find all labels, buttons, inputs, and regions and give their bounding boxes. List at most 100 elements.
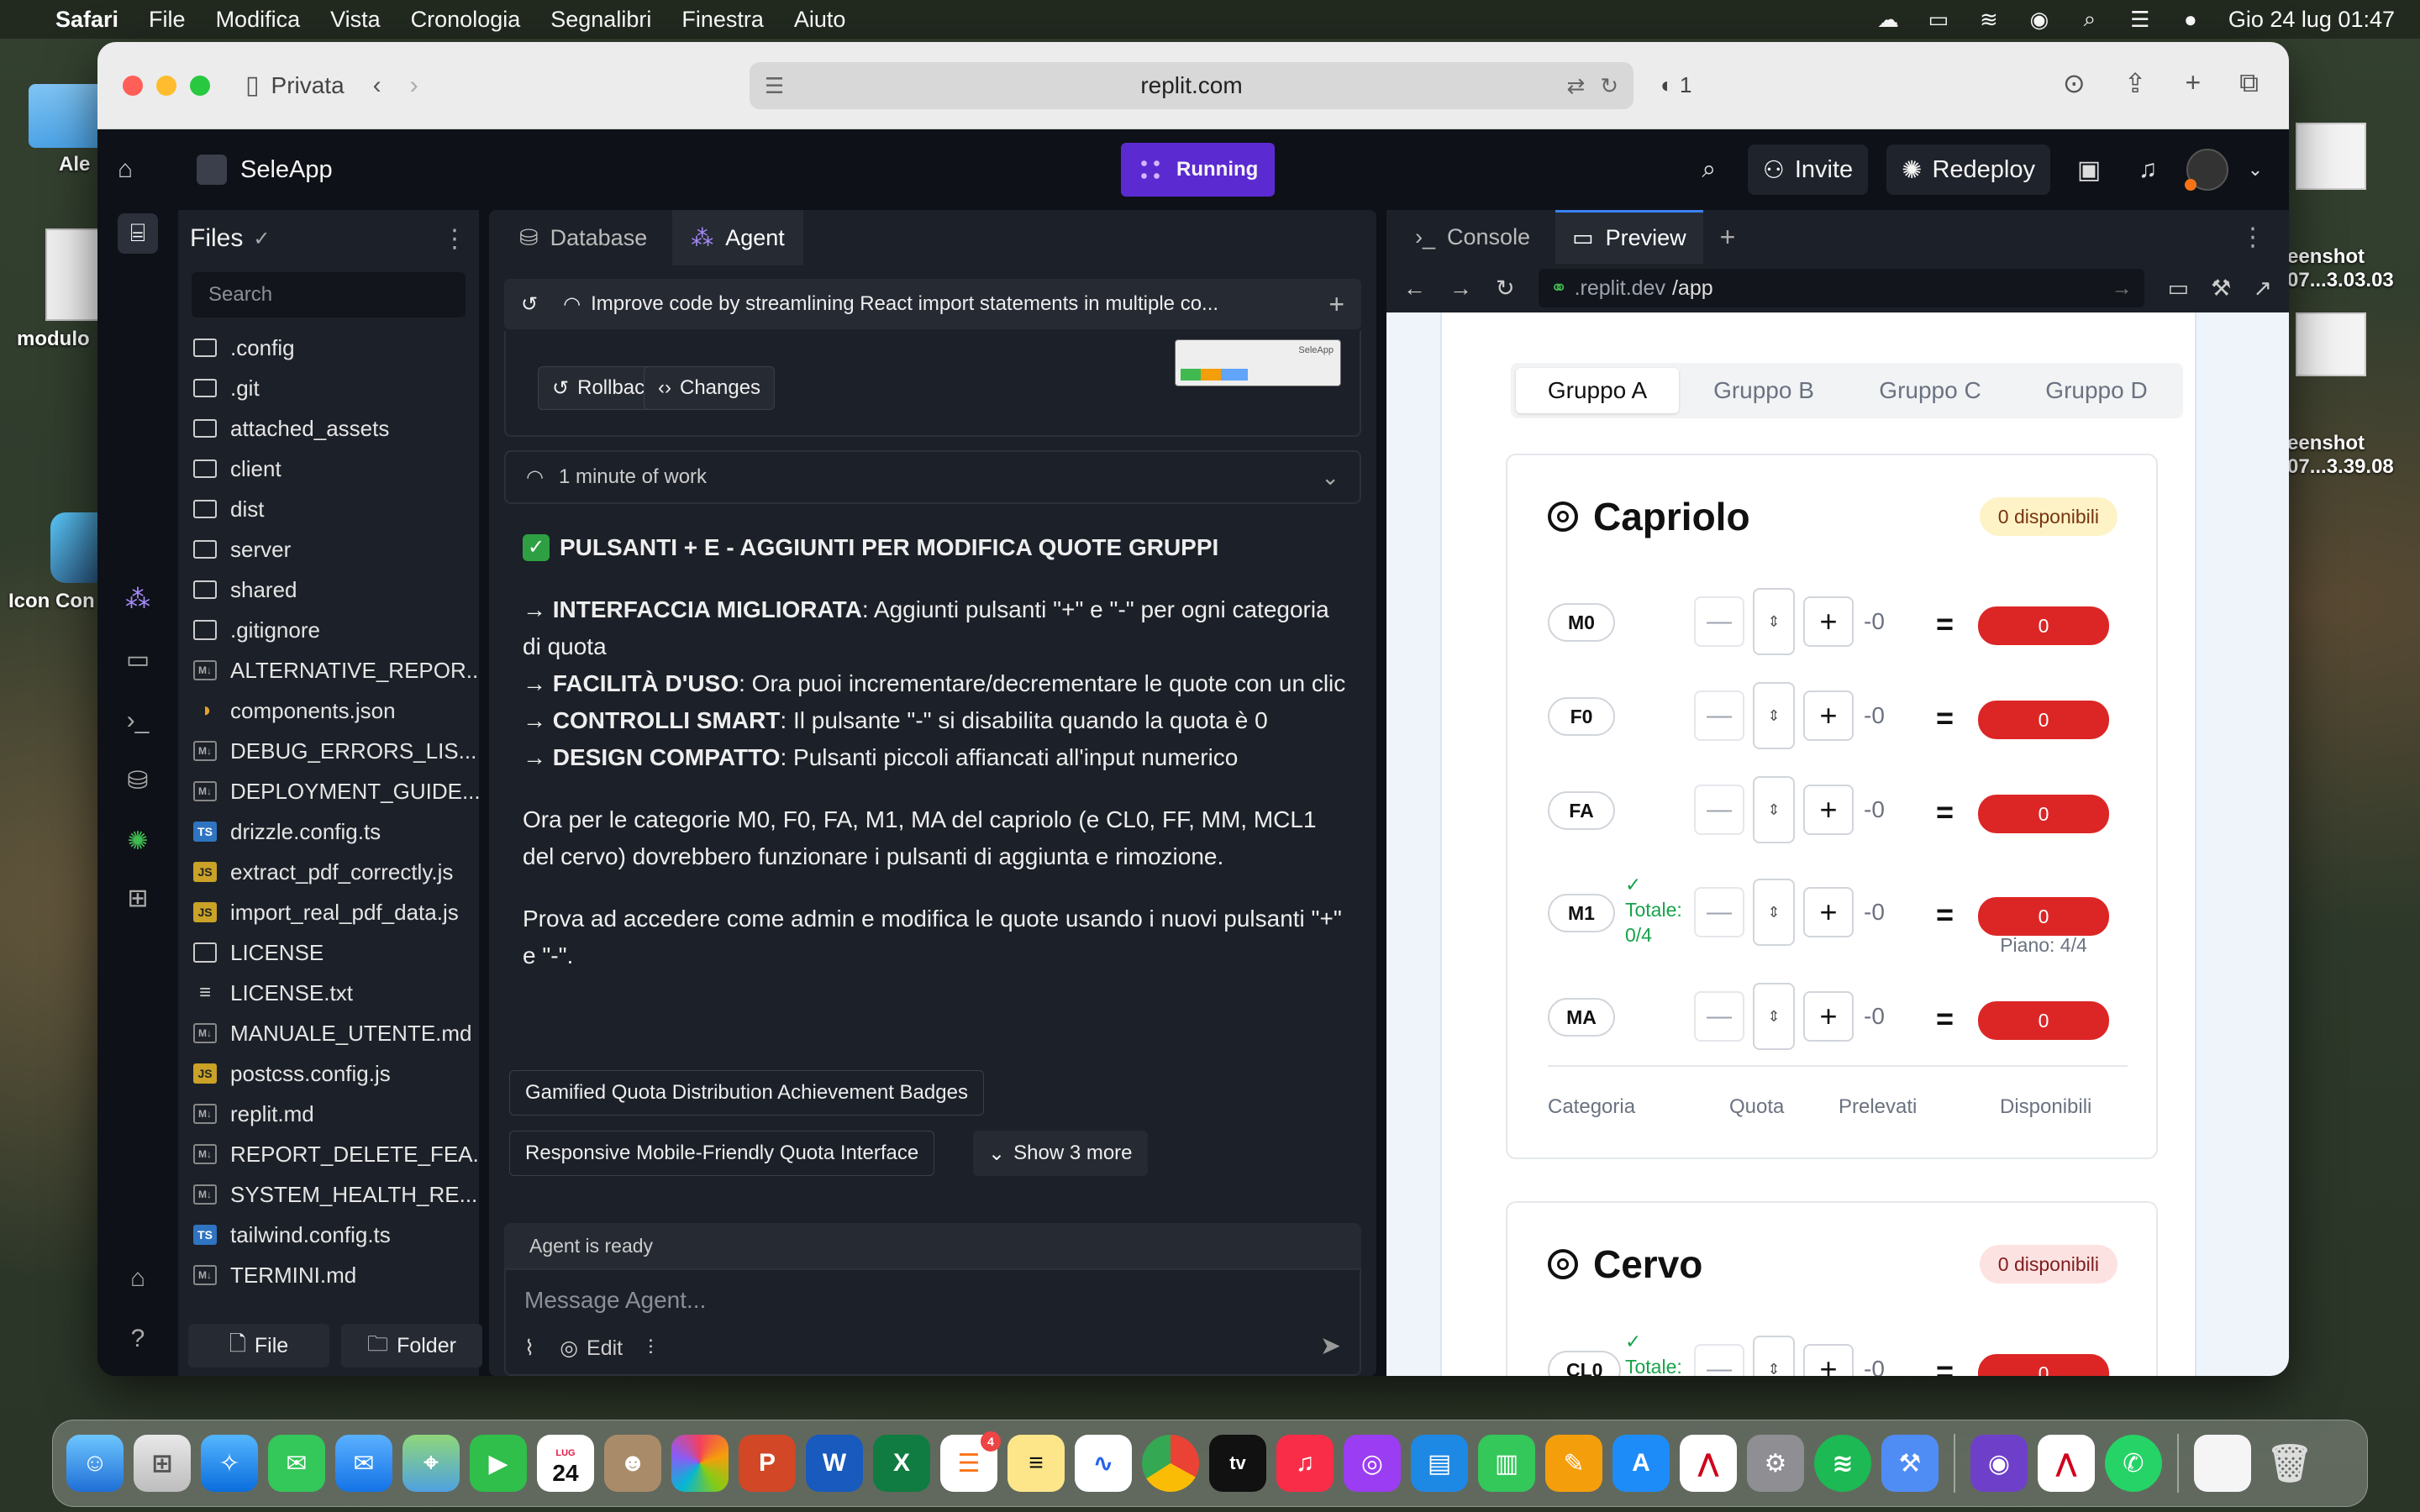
database-tool-icon[interactable]: ⛁ bbox=[118, 761, 158, 801]
decrement-button[interactable]: — bbox=[1694, 596, 1744, 647]
desktop-file-modulo[interactable]: modulo bbox=[17, 228, 104, 351]
increment-button[interactable]: + bbox=[1803, 887, 1854, 937]
keynote-icon[interactable]: ▤ bbox=[1411, 1435, 1468, 1492]
increment-button[interactable]: + bbox=[1803, 991, 1854, 1042]
file-item[interactable]: ◑ components.json bbox=[178, 690, 479, 731]
menu-help[interactable]: Aiuto bbox=[794, 7, 846, 33]
file-item[interactable]: M↓ MANUALE_UTENTE.md bbox=[178, 1013, 479, 1053]
send-icon[interactable]: ➤ bbox=[1320, 1331, 1341, 1361]
pages-icon[interactable]: ✎ bbox=[1545, 1435, 1602, 1492]
close-button[interactable] bbox=[123, 75, 143, 96]
file-item[interactable]: TS drizzle.config.ts bbox=[178, 811, 479, 852]
trash-icon[interactable]: 🗑 bbox=[2261, 1435, 2318, 1492]
folder-item[interactable]: server bbox=[178, 529, 479, 570]
tab-console[interactable]: ›_ Console bbox=[1398, 210, 1547, 264]
reload-icon[interactable]: ↻ bbox=[1600, 73, 1618, 99]
folder-item[interactable]: client bbox=[178, 449, 479, 489]
menu-window[interactable]: Finestra bbox=[681, 7, 764, 33]
file-item[interactable]: TS tailwind.config.ts bbox=[178, 1215, 479, 1255]
deployments-tool-icon[interactable]: ✺ bbox=[118, 822, 158, 862]
menu-clock[interactable]: Gio 24 lug 01:47 bbox=[2228, 7, 2395, 33]
file-item[interactable]: ≡ LICENSE.txt bbox=[178, 973, 479, 1013]
share-icon[interactable]: ⇪ bbox=[2124, 67, 2147, 99]
tab-gruppo-d[interactable]: Gruppo D bbox=[2015, 368, 2178, 413]
folder-item[interactable]: attached_assets bbox=[178, 408, 479, 449]
quota-stepper[interactable]: ⇕ bbox=[1753, 682, 1795, 749]
back-button[interactable]: ‹ bbox=[373, 71, 381, 100]
invite-button[interactable]: ⚇ Invite bbox=[1747, 144, 1869, 195]
decrement-button[interactable]: — bbox=[1694, 690, 1744, 741]
devtools-icon[interactable]: ⚒ bbox=[2211, 276, 2231, 302]
forward-button[interactable]: › bbox=[410, 71, 418, 100]
music-icon[interactable]: ♫ bbox=[1276, 1435, 1334, 1492]
facetime-icon[interactable]: ▶ bbox=[470, 1435, 527, 1492]
github-desktop-icon[interactable]: ◉ bbox=[1970, 1435, 2028, 1492]
redeploy-button[interactable]: ✺ Redeploy bbox=[1886, 144, 2050, 195]
maps-icon[interactable]: ⌖ bbox=[402, 1435, 460, 1492]
checkpoint-thumbnail[interactable]: SeleApp bbox=[1175, 339, 1341, 386]
quota-stepper[interactable]: ⇕ bbox=[1753, 776, 1795, 843]
apple-tv-icon[interactable]: tv bbox=[1209, 1435, 1266, 1492]
tab-preview[interactable]: ▭ Preview bbox=[1555, 210, 1703, 264]
chrome-icon[interactable] bbox=[1142, 1435, 1199, 1492]
reminders-icon[interactable]: ☰ 4 bbox=[940, 1431, 1001, 1492]
file-item[interactable]: M↓ DEPLOYMENT_GUIDE.... bbox=[178, 771, 479, 811]
file-item[interactable]: .gitignore bbox=[178, 610, 479, 650]
calendar-icon[interactable]: LUG 24 bbox=[537, 1435, 594, 1492]
translate-icon[interactable]: ⇄ bbox=[1566, 73, 1585, 99]
reload-icon[interactable]: ↻ bbox=[1496, 276, 1515, 302]
wifi-icon[interactable]: ≋ bbox=[1976, 7, 2002, 32]
menu-bookmarks[interactable]: Segnalibri bbox=[550, 7, 651, 33]
back-arrow-icon[interactable]: ← bbox=[1403, 276, 1426, 302]
contacts-icon[interactable]: ☻ bbox=[604, 1435, 661, 1492]
file-item[interactable]: JS import_real_pdf_data.js bbox=[178, 892, 479, 932]
file-item[interactable]: JS postcss.config.js bbox=[178, 1053, 479, 1094]
increment-button[interactable]: + bbox=[1803, 785, 1854, 835]
recent-document-icon[interactable] bbox=[2194, 1435, 2251, 1492]
help-icon[interactable]: ? bbox=[118, 1319, 158, 1359]
decrement-button[interactable]: — bbox=[1694, 887, 1744, 937]
chevron-down-icon[interactable]: ⌄ bbox=[2247, 159, 2264, 181]
decrement-button[interactable]: — bbox=[1694, 785, 1744, 835]
siri-icon[interactable]: ● bbox=[2178, 7, 2203, 32]
files-search-input[interactable]: Search bbox=[192, 272, 466, 318]
desktop-folder-ale[interactable]: Ale bbox=[29, 84, 104, 176]
sidebar-toggle[interactable]: ▯ Privata bbox=[245, 71, 345, 100]
changes-button[interactable]: ‹› Changes bbox=[644, 366, 776, 410]
increment-button[interactable]: + bbox=[1803, 596, 1854, 647]
kebab-menu-icon[interactable]: ⋮ bbox=[2240, 223, 2277, 252]
word-icon[interactable]: W bbox=[806, 1435, 863, 1492]
tab-database[interactable]: ⛁ Database bbox=[501, 210, 666, 265]
podcasts-icon[interactable]: ◎ bbox=[1344, 1435, 1401, 1492]
work-summary[interactable]: ◠ 1 minute of work ⌄ bbox=[504, 450, 1361, 504]
preview-tool-icon[interactable]: ▭ bbox=[118, 640, 158, 680]
folder-item[interactable]: .git bbox=[178, 368, 479, 408]
tab-gruppo-b[interactable]: Gruppo B bbox=[1682, 368, 1845, 413]
system-settings-icon[interactable]: ⚙ bbox=[1747, 1435, 1804, 1492]
suggestion-chip[interactable]: Gamified Quota Distribution Achievement … bbox=[509, 1070, 984, 1116]
desktop-screenshot-2[interactable]: eenshot 07...3.39.08 bbox=[2287, 265, 2394, 502]
address-bar[interactable]: ☰ replit.com ⇄ ↻ bbox=[750, 62, 1634, 109]
new-chat-icon[interactable]: + bbox=[1328, 289, 1344, 320]
increment-button[interactable]: + bbox=[1803, 1344, 1854, 1376]
menu-edit[interactable]: Modifica bbox=[216, 7, 301, 33]
deployment-menu-icon[interactable]: ▣ bbox=[2069, 155, 2109, 185]
file-item[interactable]: LICENSE bbox=[178, 932, 479, 973]
file-item[interactable]: M↓ TERMINI.md bbox=[178, 1255, 479, 1295]
page-menu-icon[interactable]: ☰ bbox=[765, 73, 784, 99]
tab-gruppo-c[interactable]: Gruppo C bbox=[1849, 368, 2012, 413]
home-icon[interactable]: ⌂ bbox=[118, 155, 155, 184]
acrobat-reader-icon[interactable]: ⋀ bbox=[2038, 1435, 2095, 1492]
suggestion-chip[interactable]: Responsive Mobile-Friendly Quota Interfa… bbox=[509, 1131, 935, 1176]
decrement-button[interactable]: — bbox=[1694, 991, 1744, 1042]
powerpoint-icon[interactable]: P bbox=[739, 1435, 796, 1492]
avatar[interactable] bbox=[2185, 149, 2228, 191]
new-folder-button[interactable]: 🗀 Folder bbox=[341, 1324, 482, 1368]
files-tool-icon[interactable]: ⌸ bbox=[118, 213, 158, 254]
file-item[interactable]: M↓ DEBUG_ERRORS_LIS... bbox=[178, 731, 479, 771]
show-more-button[interactable]: ⌄ Show 3 more bbox=[973, 1131, 1148, 1176]
history-icon[interactable]: ↺ bbox=[521, 292, 538, 317]
app-store-icon[interactable]: A bbox=[1612, 1435, 1670, 1492]
battery-icon[interactable]: ▭ bbox=[1926, 7, 1951, 32]
freeform-icon[interactable]: ∿ bbox=[1075, 1435, 1132, 1492]
